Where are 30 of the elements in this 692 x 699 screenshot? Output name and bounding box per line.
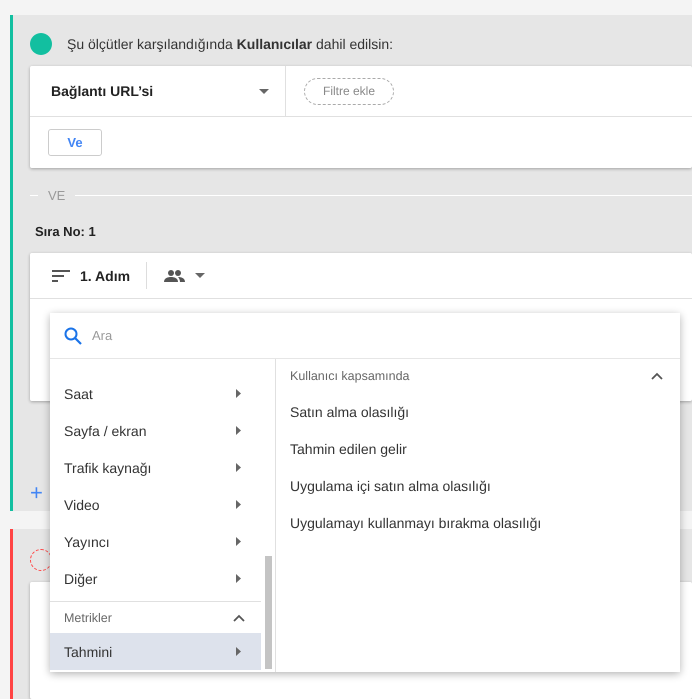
metric-item[interactable]: Tahmin edilen gelir [276,430,680,467]
people-icon[interactable] [163,270,186,282]
dimension-select[interactable]: Bağlantı URL’si [30,66,286,116]
metric-item[interactable]: Satın alma olasılığı [276,393,680,430]
scrollbar[interactable] [265,556,272,669]
sequence-title: Sıra No: 1 [35,224,97,239]
category-item[interactable]: Tahmini [50,633,261,670]
separator-label: VE [48,188,66,202]
search-icon [64,326,82,344]
add-filter-button[interactable]: Filtre ekle [304,78,394,104]
caret-down-icon[interactable] [195,273,206,278]
caret-right-icon [236,389,241,398]
caret-right-icon [236,426,241,435]
metric-item[interactable]: Uygulamayı kullanmayı bırakma olasılığı [276,504,680,541]
caret-right-icon [236,574,241,583]
caret-right-icon [236,537,241,546]
chevron-up-icon[interactable] [233,614,245,622]
step-title: 1. Adım [80,268,130,284]
and-button[interactable]: Ve [48,129,102,156]
caret-right-icon [236,647,241,656]
caret-right-icon [236,500,241,509]
caret-down-icon [259,88,269,94]
criteria-text: Şu ölçütler karşılandığında Kullanıcılar dahil edilsin: [67,36,394,52]
sort-icon[interactable] [52,270,70,282]
chevron-up-icon[interactable] [651,372,663,380]
caret-right-icon [236,463,241,472]
status-dot [30,33,52,55]
metric-item[interactable]: Uygulama içi satın alma olasılığı [276,467,680,504]
submenu-header[interactable]: Kullanıcı kapsamında [276,358,680,393]
dimension-label: Bağlantı URL’si [51,83,154,99]
